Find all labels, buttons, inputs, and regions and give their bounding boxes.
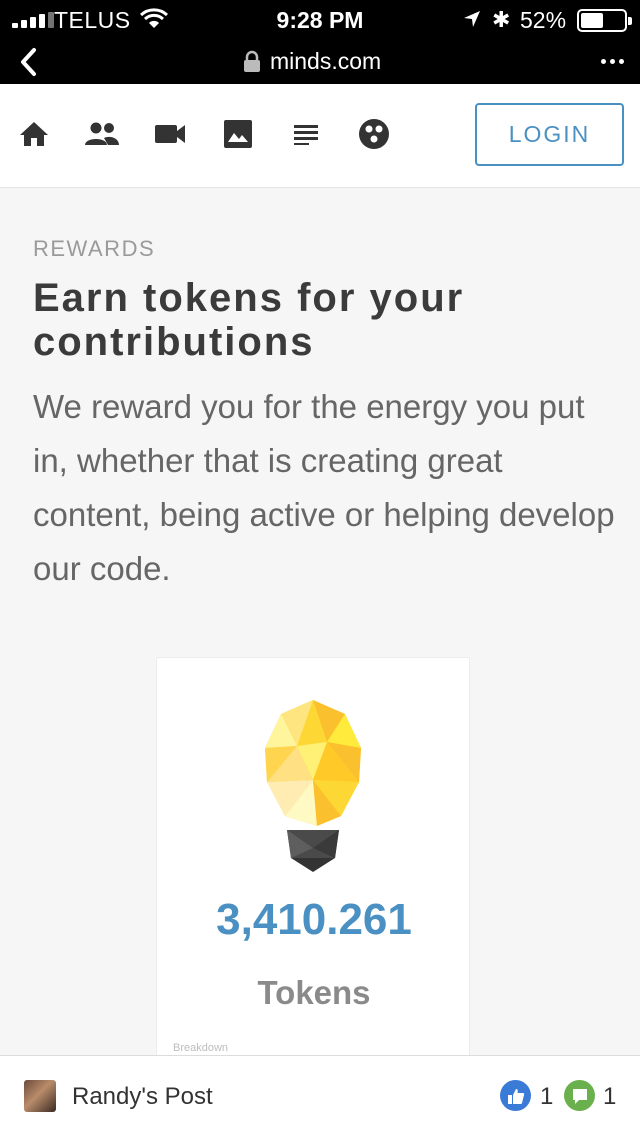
blogs-icon[interactable] bbox=[288, 116, 324, 152]
back-chevron-icon[interactable] bbox=[14, 44, 46, 80]
post-share-bar: Randy's Post 1 1 bbox=[0, 1055, 640, 1136]
login-button[interactable]: LOGIN bbox=[475, 103, 624, 166]
token-card: 3,410.261 Tokens Breakdown bbox=[156, 657, 470, 1057]
breakdown-link[interactable]: Breakdown bbox=[173, 1042, 228, 1054]
more-options-icon[interactable] bbox=[601, 59, 624, 64]
page-title: Earn tokens for your contributions bbox=[33, 276, 465, 364]
bluetooth-icon: ✱ bbox=[492, 7, 511, 32]
home-icon[interactable] bbox=[16, 116, 52, 152]
like-count: 1 bbox=[540, 1083, 554, 1110]
battery-level-fill bbox=[581, 13, 603, 28]
location-arrow-icon bbox=[464, 11, 480, 27]
like-button[interactable] bbox=[500, 1080, 531, 1111]
token-label: Tokens bbox=[257, 974, 371, 1011]
battery-icon bbox=[577, 9, 632, 32]
comment-bubble-icon bbox=[572, 1088, 587, 1104]
comment-button[interactable] bbox=[564, 1080, 595, 1111]
site-top-nav: LOGIN bbox=[0, 84, 640, 188]
video-icon[interactable] bbox=[152, 116, 188, 152]
images-icon[interactable] bbox=[220, 116, 256, 152]
comment-count: 1 bbox=[603, 1083, 617, 1110]
section-eyebrow: REWARDS bbox=[33, 236, 156, 261]
post-title[interactable]: Randy's Post bbox=[72, 1083, 213, 1111]
discovery-icon[interactable] bbox=[356, 116, 392, 152]
url-domain[interactable]: minds.com bbox=[270, 48, 381, 75]
lightbulb-icon bbox=[265, 700, 361, 872]
battery-percent: 52% bbox=[520, 7, 567, 33]
thumbs-up-icon bbox=[507, 1088, 524, 1104]
token-balance: 3,410.261 bbox=[216, 895, 412, 944]
avatar[interactable] bbox=[24, 1080, 56, 1112]
rewards-description: We reward you for the energy you put in,… bbox=[33, 388, 615, 587]
ios-status-bar: TELUS 9:28 PM ✱ 52% minds.com bbox=[0, 0, 640, 84]
groups-icon[interactable] bbox=[84, 116, 120, 152]
lock-icon bbox=[244, 50, 260, 72]
